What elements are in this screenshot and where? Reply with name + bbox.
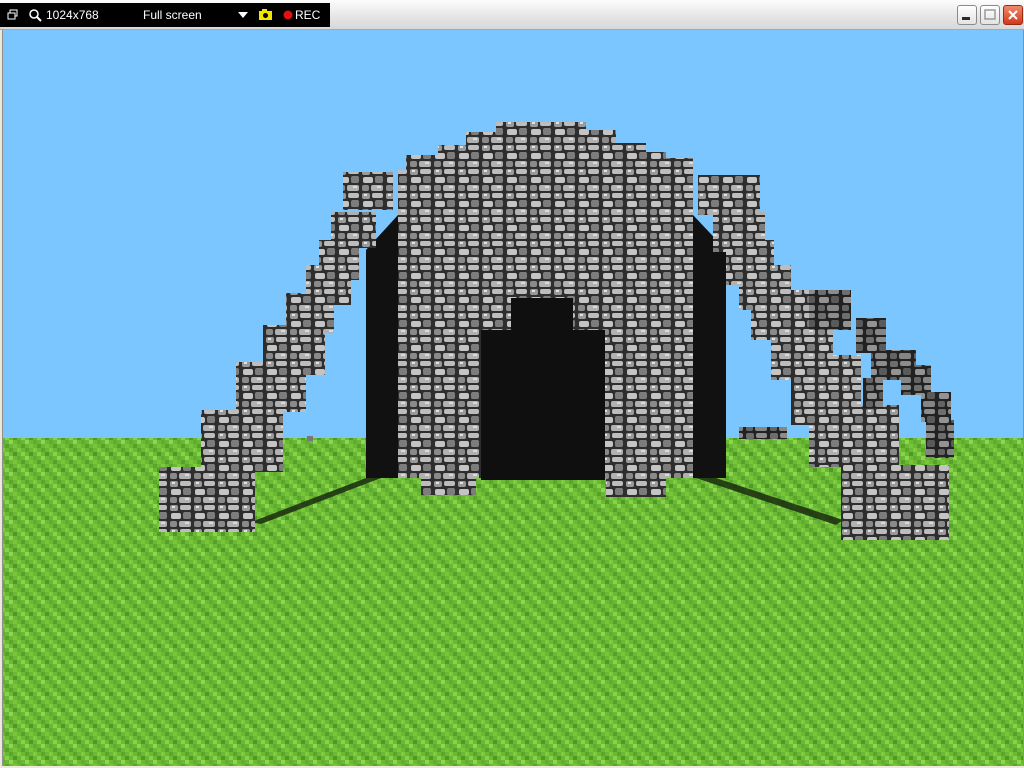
- game-scene: [3, 30, 1023, 766]
- close-icon: [1008, 10, 1018, 20]
- minimize-icon: [962, 17, 970, 20]
- close-button[interactable]: [1003, 5, 1023, 25]
- inner-wall-left: [366, 215, 398, 478]
- game-viewport[interactable]: [2, 30, 1024, 766]
- camera-icon[interactable]: [257, 3, 275, 27]
- window-restore-icon[interactable]: [6, 3, 20, 27]
- record-dot-icon[interactable]: [282, 3, 294, 27]
- maximize-button[interactable]: [980, 5, 1000, 25]
- door-block-right: [606, 455, 666, 497]
- resolution-label[interactable]: 1024x768: [46, 3, 99, 27]
- fullscreen-mode-select[interactable]: Full screen: [143, 3, 202, 27]
- inner-wall-right: [693, 215, 726, 478]
- maximize-icon: [984, 9, 996, 20]
- title-bar[interactable]: 1024x768 Full screen REC: [0, 0, 1024, 30]
- record-button[interactable]: REC: [295, 3, 320, 27]
- minimize-button[interactable]: [957, 5, 977, 25]
- zoom-icon[interactable]: [27, 3, 43, 27]
- recorder-toolbar: 1024x768 Full screen REC: [0, 3, 330, 27]
- app-window: 1024x768 Full screen REC: [0, 0, 1024, 768]
- dropdown-arrow-icon[interactable]: [236, 3, 250, 27]
- door-block-left: [421, 455, 476, 495]
